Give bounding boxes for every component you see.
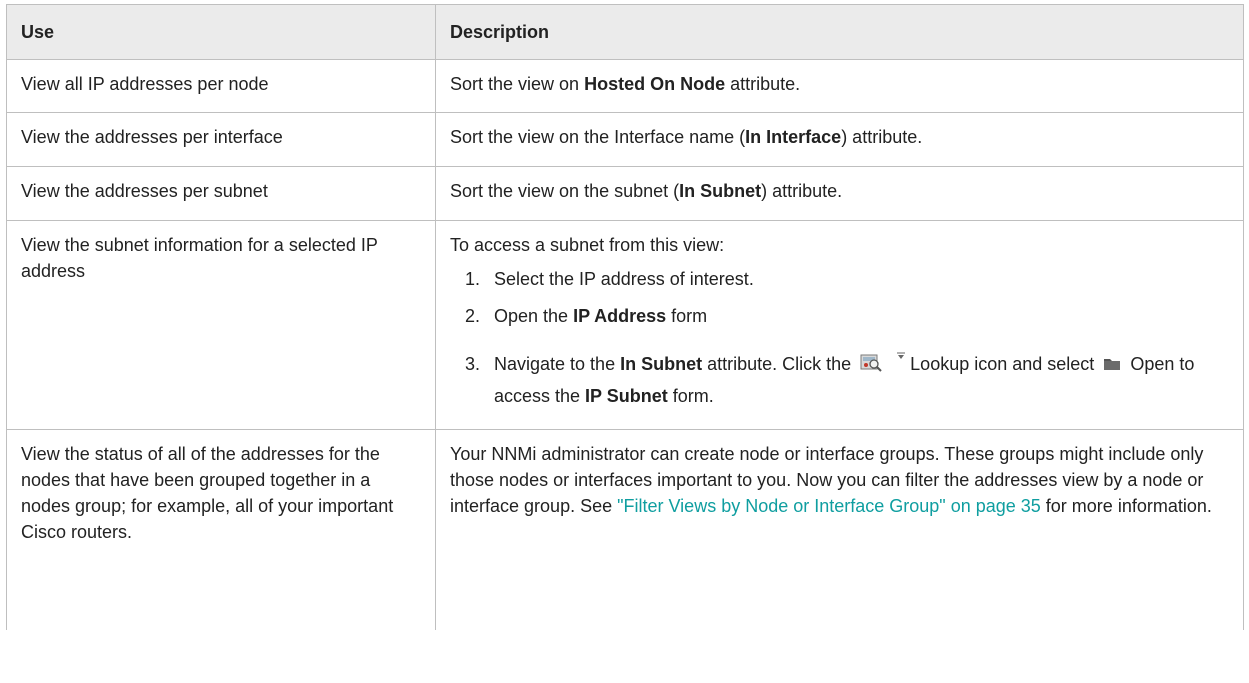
table-row: View the addresses per subnet Sort the v… (6, 166, 1244, 221)
use-cell: View the subnet information for a select… (6, 220, 436, 430)
table-row: View the subnet information for a select… (6, 220, 1244, 430)
dropdown-arrow-icon (896, 340, 906, 359)
column-header-use: Use (6, 4, 436, 60)
table-row: View all IP addresses per node Sort the … (6, 59, 1244, 113)
description-cell: Sort the view on the subnet (In Subnet) … (435, 166, 1244, 221)
list-item: Navigate to the In Subnet attribute. Cli… (485, 340, 1229, 412)
description-cell: Sort the view on Hosted On Node attribut… (435, 59, 1244, 113)
steps-intro: To access a subnet from this view: (450, 235, 725, 255)
use-cell: View all IP addresses per node (6, 59, 436, 113)
folder-open-icon (1103, 349, 1121, 370)
table-row: View the status of all of the addresses … (6, 429, 1244, 630)
use-cell: View the status of all of the addresses … (6, 429, 436, 630)
description-cell: Your NNMi administrator can create node … (435, 429, 1244, 630)
list-item: Open the IP Address form (485, 303, 1229, 329)
use-cell: View the addresses per interface (6, 112, 436, 167)
table-row: View the addresses per interface Sort th… (6, 112, 1244, 167)
table-header-row: Use Description (6, 4, 1244, 60)
description-cell: Sort the view on the Interface name (In … (435, 112, 1244, 167)
list-item: Select the IP address of interest. (485, 266, 1229, 292)
column-header-description: Description (435, 4, 1244, 60)
lookup-icon (860, 350, 882, 372)
use-cell: View the addresses per subnet (6, 166, 436, 221)
steps-list: Select the IP address of interest. Open … (450, 266, 1229, 412)
use-description-table: Use Description View all IP addresses pe… (6, 4, 1244, 630)
description-cell: To access a subnet from this view: Selec… (435, 220, 1244, 430)
filter-views-link[interactable]: "Filter Views by Node or Interface Group… (617, 496, 1041, 516)
